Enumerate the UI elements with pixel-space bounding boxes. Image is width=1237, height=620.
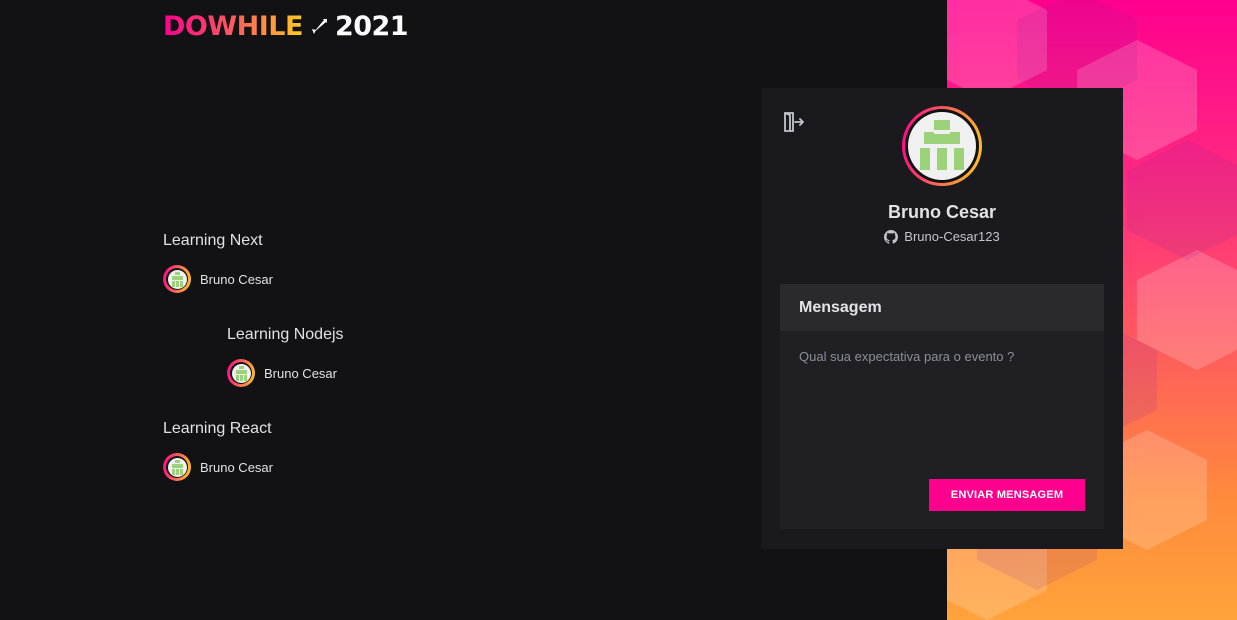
github-username[interactable]: Bruno-Cesar123 — [761, 229, 1123, 244]
github-icon — [884, 229, 899, 244]
user-name: Bruno Cesar — [200, 459, 273, 475]
page: DOWHILE 2021 Learning Next Bruno Cesar L… — [0, 0, 1237, 620]
message-text: Learning Next — [163, 232, 263, 249]
user-name: Bruno Cesar — [264, 365, 337, 381]
identicon-icon — [171, 459, 183, 475]
message-item: Learning React Bruno Cesar — [163, 419, 273, 481]
avatar — [227, 359, 255, 387]
send-message-card: Bruno Cesar Bruno-Cesar123 Mensagem ENVI… — [761, 88, 1123, 549]
identicon-icon — [920, 120, 964, 170]
dowhile-logo: DOWHILE 2021 — [163, 11, 409, 42]
message-item: Learning Nodejs Bruno Cesar — [227, 325, 344, 387]
profile-name: Bruno Cesar — [887, 202, 997, 222]
rocket-icon — [311, 19, 327, 34]
logo-word: DOWHILE — [163, 11, 303, 42]
message-item: Learning Next Bruno Cesar — [163, 231, 273, 293]
avatar — [163, 453, 191, 481]
message-text: Learning React — [163, 420, 272, 437]
identicon-icon — [171, 271, 183, 287]
profile-avatar — [902, 106, 982, 186]
form-title: Mensagem — [780, 284, 1104, 331]
message-user: Bruno Cesar — [163, 453, 273, 481]
logo-year: 2021 — [334, 11, 409, 42]
message-user: Bruno Cesar — [163, 265, 273, 293]
avatar — [163, 265, 191, 293]
identicon-icon — [235, 365, 247, 381]
message-user: Bruno Cesar — [227, 359, 344, 387]
user-name: Bruno Cesar — [200, 271, 273, 287]
message-form: Mensagem ENVIAR MENSAGEM — [780, 284, 1104, 529]
message-textarea[interactable] — [780, 331, 1104, 461]
github-login: Bruno-Cesar123 — [904, 229, 1000, 244]
sign-out-button[interactable] — [781, 110, 805, 134]
message-text: Learning Nodejs — [227, 326, 344, 343]
send-message-button[interactable]: ENVIAR MENSAGEM — [929, 479, 1085, 511]
sign-out-icon — [784, 112, 804, 132]
